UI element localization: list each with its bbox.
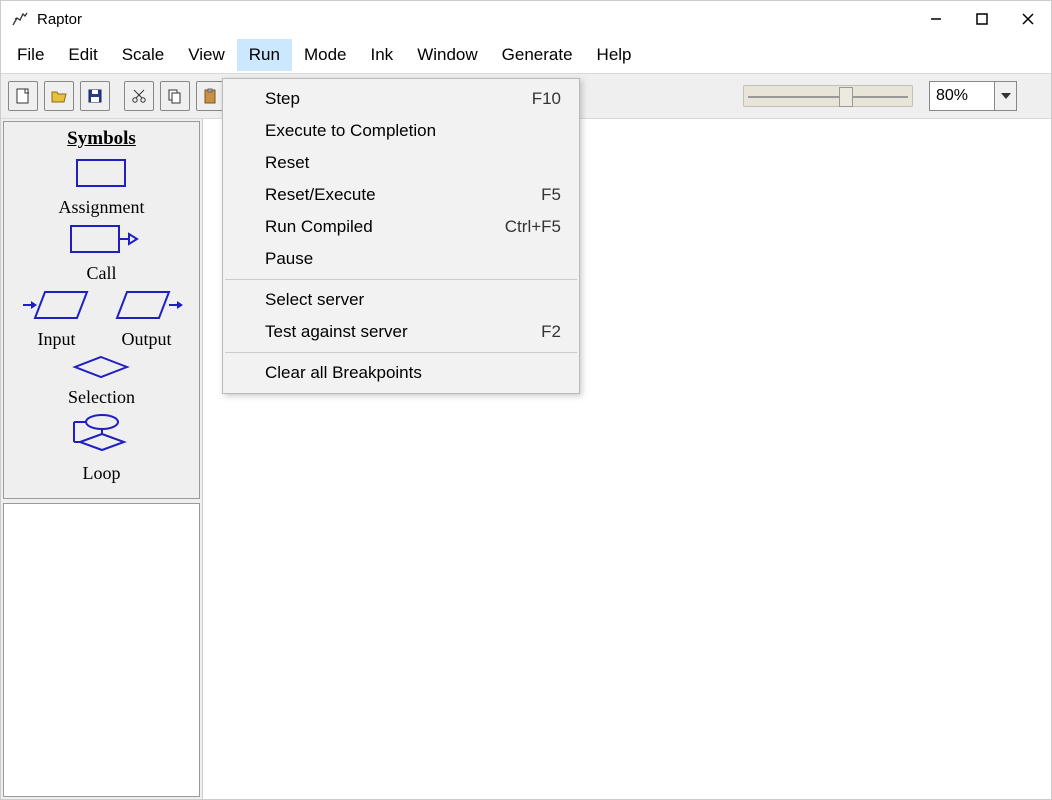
window-controls: [913, 1, 1051, 37]
dd-label: Clear all Breakpoints: [265, 363, 422, 383]
dd-shortcut: F2: [541, 322, 561, 342]
call-shape-icon: [65, 222, 139, 261]
copy-button[interactable]: [160, 81, 190, 111]
dd-label: Select server: [265, 290, 364, 310]
symbol-selection[interactable]: Selection: [68, 354, 135, 408]
symbol-label: Input: [38, 329, 76, 350]
menu-run[interactable]: Run: [237, 39, 292, 71]
toolbar-separator: [116, 81, 118, 111]
dd-reset[interactable]: Reset: [223, 147, 579, 179]
dd-select-server[interactable]: Select server: [223, 284, 579, 316]
symbol-label: Loop: [83, 463, 121, 484]
menu-scale[interactable]: Scale: [110, 39, 177, 71]
menu-help[interactable]: Help: [585, 39, 644, 71]
cut-button[interactable]: [124, 81, 154, 111]
close-button[interactable]: [1005, 1, 1051, 37]
scissors-icon: [130, 87, 148, 105]
assignment-shape-icon: [71, 156, 131, 195]
symbol-input[interactable]: Input: [21, 288, 93, 350]
dd-shortcut: F10: [532, 89, 561, 109]
symbol-loop[interactable]: Loop: [70, 412, 134, 484]
open-file-button[interactable]: [44, 81, 74, 111]
dropdown-separator: [225, 279, 577, 280]
symbols-panel: Symbols Assignment Call: [3, 121, 200, 499]
dropdown-caret-icon[interactable]: [994, 82, 1016, 110]
menu-edit[interactable]: Edit: [56, 39, 109, 71]
menu-view[interactable]: View: [176, 39, 237, 71]
dd-step[interactable]: Step F10: [223, 83, 579, 115]
input-shape-icon: [21, 288, 93, 327]
symbol-output[interactable]: Output: [111, 288, 183, 350]
new-file-button[interactable]: [8, 81, 38, 111]
symbols-title: Symbols: [67, 128, 136, 150]
slider-thumb[interactable]: [839, 87, 853, 107]
dd-label: Reset: [265, 153, 309, 173]
symbol-call[interactable]: Call: [65, 222, 139, 284]
selection-shape-icon: [71, 354, 131, 385]
dd-label: Execute to Completion: [265, 121, 436, 141]
dd-label: Test against server: [265, 322, 408, 342]
dd-reset-execute[interactable]: Reset/Execute F5: [223, 179, 579, 211]
dropdown-separator: [225, 352, 577, 353]
loop-shape-icon: [70, 412, 134, 461]
run-dropdown: Step F10 Execute to Completion Reset Rese…: [222, 78, 580, 394]
new-file-icon: [14, 87, 32, 105]
dd-label: Reset/Execute: [265, 185, 376, 205]
open-folder-icon: [50, 87, 68, 105]
raptor-icon: [11, 10, 29, 28]
save-button[interactable]: [80, 81, 110, 111]
titlebar: Raptor: [1, 1, 1051, 37]
dd-shortcut: Ctrl+F5: [505, 217, 561, 237]
sidebar: Symbols Assignment Call: [1, 119, 203, 799]
symbol-label: Output: [121, 329, 171, 350]
dd-execute-to-completion[interactable]: Execute to Completion: [223, 115, 579, 147]
symbol-label: Assignment: [58, 197, 144, 218]
menubar: File Edit Scale View Run Mode Ink Window…: [1, 37, 1051, 73]
dd-test-against-server[interactable]: Test against server F2: [223, 316, 579, 348]
menu-ink[interactable]: Ink: [359, 39, 406, 71]
dd-clear-breakpoints[interactable]: Clear all Breakpoints: [223, 357, 579, 389]
menu-file[interactable]: File: [5, 39, 56, 71]
output-shape-icon: [111, 288, 183, 327]
copy-icon: [166, 87, 184, 105]
dd-label: Pause: [265, 249, 313, 269]
slider-track: [748, 96, 908, 98]
paste-icon: [202, 87, 220, 105]
app-title: Raptor: [37, 11, 82, 28]
dd-label: Run Compiled: [265, 217, 373, 237]
zoom-value: 80%: [936, 87, 968, 105]
speed-slider[interactable]: [743, 85, 913, 107]
minimize-button[interactable]: [913, 1, 959, 37]
menu-generate[interactable]: Generate: [490, 39, 585, 71]
menu-mode[interactable]: Mode: [292, 39, 359, 71]
dd-label: Step: [265, 89, 300, 109]
symbol-label: Selection: [68, 387, 135, 408]
dd-run-compiled[interactable]: Run Compiled Ctrl+F5: [223, 211, 579, 243]
maximize-button[interactable]: [959, 1, 1005, 37]
sidebar-lower-panel: [3, 503, 200, 797]
zoom-select[interactable]: 80%: [929, 81, 1017, 111]
dd-pause[interactable]: Pause: [223, 243, 579, 275]
symbol-label: Call: [87, 263, 117, 284]
symbol-assignment[interactable]: Assignment: [58, 156, 144, 218]
save-floppy-icon: [86, 87, 104, 105]
speed-slider-area: 80%: [743, 81, 1047, 111]
menu-window[interactable]: Window: [405, 39, 489, 71]
dd-shortcut: F5: [541, 185, 561, 205]
